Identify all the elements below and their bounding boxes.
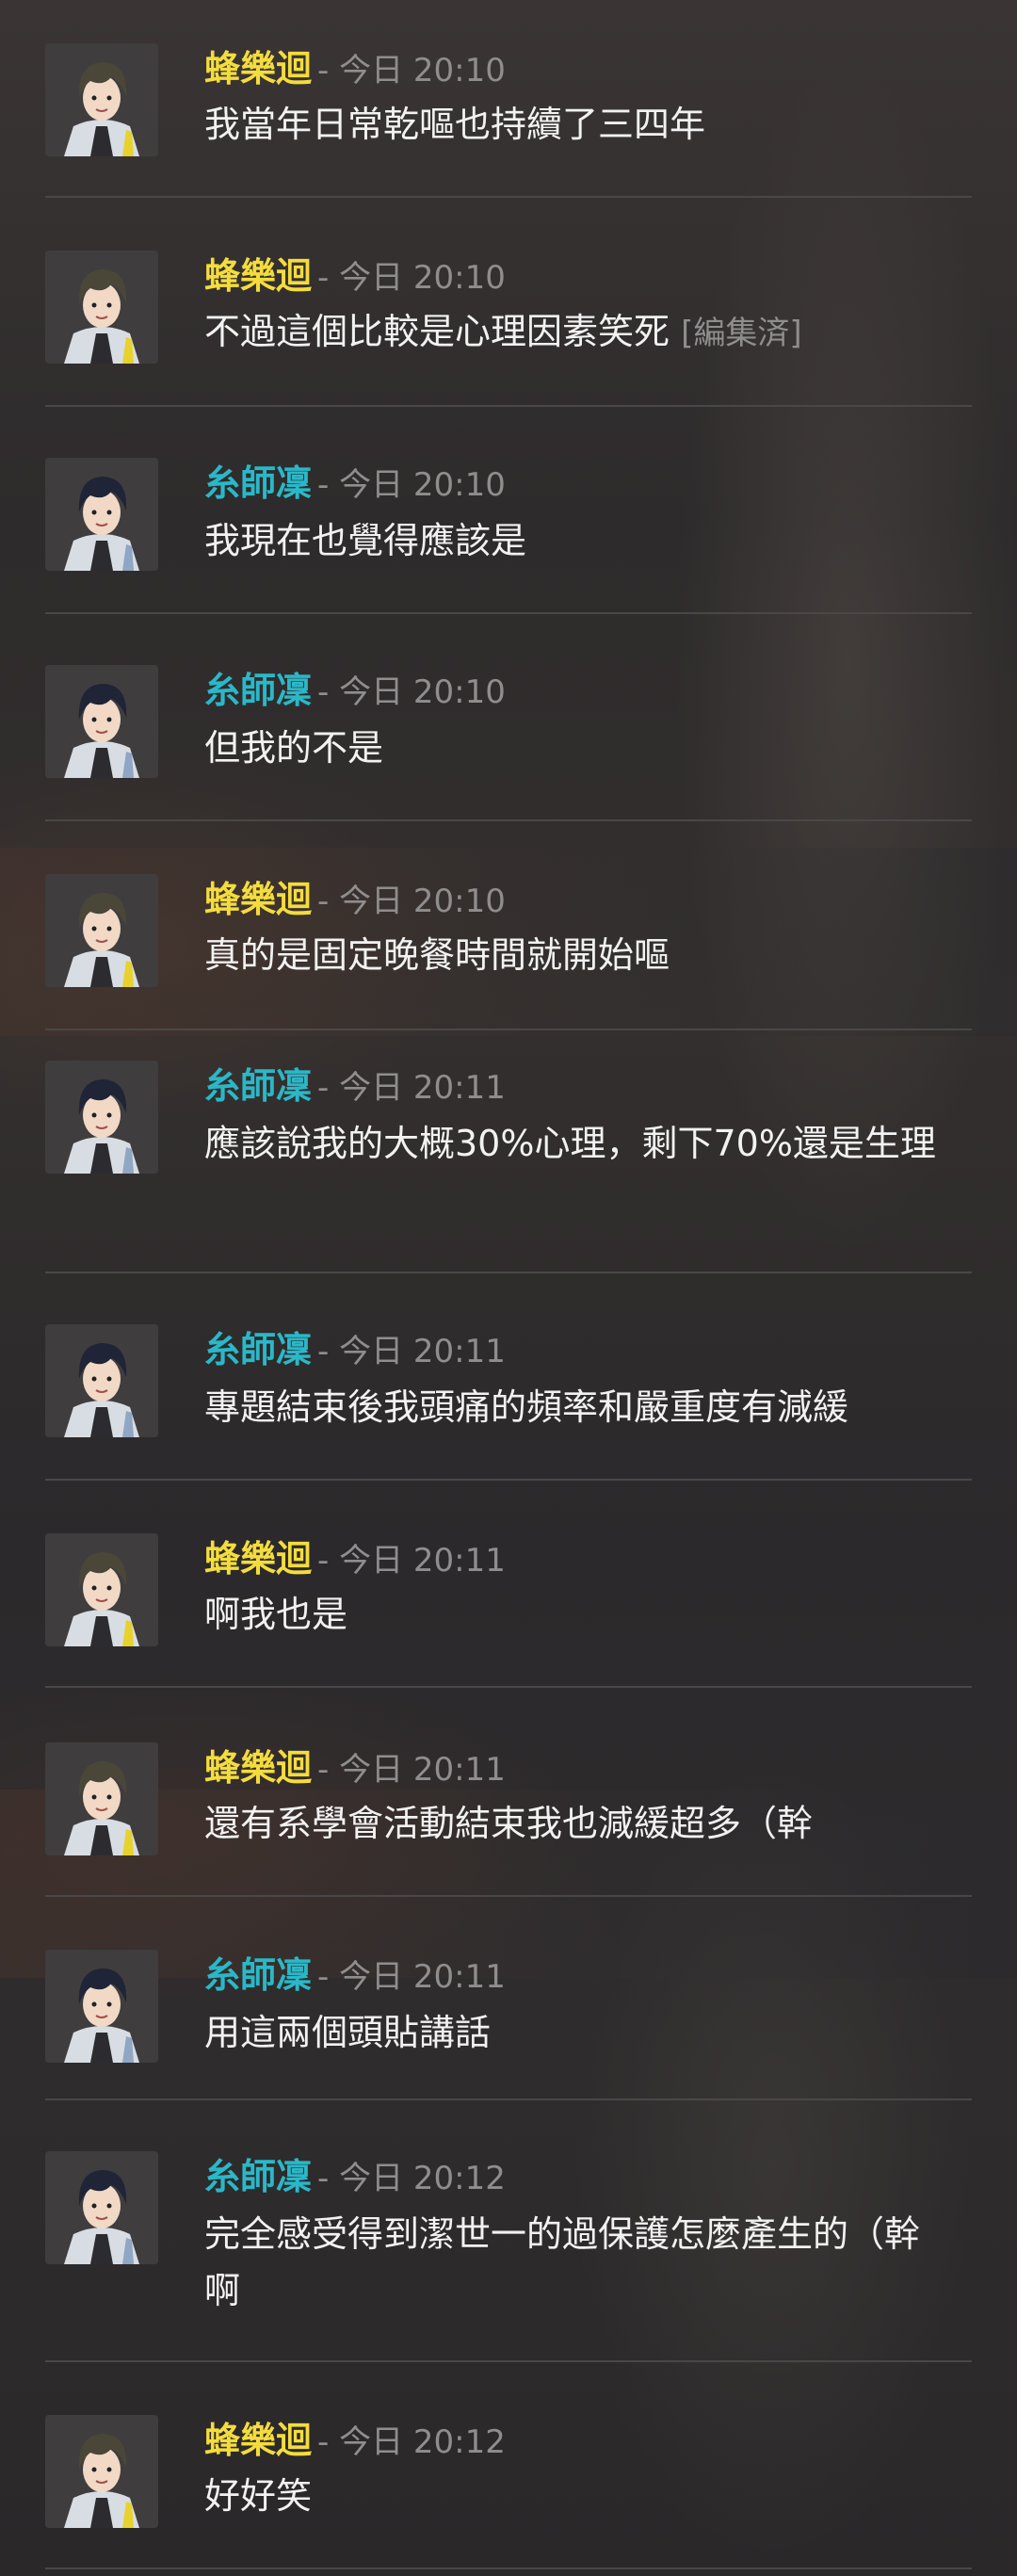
username[interactable]: 糸師凜	[204, 1065, 312, 1107]
divider	[45, 2360, 972, 2362]
username[interactable]: 蜂樂迴	[204, 1538, 312, 1580]
message-header: 糸師凜 - 今日 20:11	[204, 1957, 506, 1993]
avatar-hou[interactable]	[45, 251, 158, 364]
username[interactable]: 糸師凜	[204, 462, 312, 504]
avatar-rin[interactable]	[45, 1061, 158, 1174]
timestamp: - 今日 20:10	[317, 673, 506, 711]
message-body: 應該說我的大概30%心理，剩下70%還是生理	[204, 1123, 936, 1164]
username[interactable]: 蜂樂迴	[204, 255, 312, 297]
message-text: 真的是固定晚餐時間就開始嘔	[204, 927, 958, 983]
message-header: 蜂樂迴 - 今日 20:10	[204, 51, 506, 87]
username[interactable]: 糸師凜	[204, 670, 312, 711]
avatar-hou[interactable]	[45, 43, 158, 156]
divider	[45, 819, 972, 821]
timestamp: - 今日 20:11	[317, 1958, 506, 1996]
message-header: 糸師凜 - 今日 20:11	[204, 1068, 506, 1104]
divider	[45, 1029, 972, 1030]
divider	[45, 1895, 972, 1897]
message-body: 啊我也是	[204, 1594, 348, 1635]
message-body: 我當年日常乾嘔也持續了三四年	[204, 104, 706, 145]
timestamp: - 今日 20:10	[317, 466, 506, 504]
username[interactable]: 蜂樂迴	[204, 1747, 312, 1789]
timestamp: - 今日 20:11	[317, 1333, 506, 1370]
message-text: 完全感受得到潔世一的過保護怎麼產生的（幹啊	[204, 2206, 939, 2319]
timestamp: - 今日 20:10	[317, 52, 506, 89]
timestamp: - 今日 20:11	[317, 1751, 506, 1789]
username[interactable]: 蜂樂迴	[204, 2420, 312, 2461]
message-header: 蜂樂迴 - 今日 20:11	[204, 1750, 506, 1786]
avatar-hou[interactable]	[45, 1742, 158, 1855]
avatar-rin[interactable]	[45, 1324, 158, 1437]
divider	[45, 612, 972, 614]
username[interactable]: 糸師凜	[204, 1329, 312, 1370]
message-body: 完全感受得到潔世一的過保護怎麼產生的（幹啊	[204, 2213, 921, 2311]
timestamp: - 今日 20:10	[317, 883, 506, 920]
username[interactable]: 糸師凜	[204, 2156, 312, 2197]
message-text: 我當年日常乾嘔也持續了三四年	[204, 96, 958, 153]
message-text: 還有系學會活動結束我也減緩超多（幹	[204, 1795, 958, 1852]
message-body: 專題結束後我頭痛的頻率和嚴重度有減緩	[204, 1386, 849, 1428]
edited-label: [編集済]	[681, 315, 802, 352]
divider	[45, 405, 972, 407]
timestamp: - 今日 20:11	[317, 1069, 506, 1107]
username[interactable]: 蜂樂迴	[204, 48, 312, 89]
message-text: 應該說我的大概30%心理，剩下70%還是生理	[204, 1115, 967, 1172]
message-text: 用這兩個頭貼講話	[204, 2004, 958, 2061]
message-header: 蜂樂迴 - 今日 20:11	[204, 1541, 506, 1577]
avatar-rin[interactable]	[45, 1950, 158, 2063]
message-text: 專題結束後我頭痛的頻率和嚴重度有減緩	[204, 1379, 958, 1435]
timestamp: - 今日 20:12	[317, 2160, 506, 2197]
message-header: 糸師凜 - 今日 20:11	[204, 1332, 506, 1368]
message-body: 還有系學會活動結束我也減緩超多（幹	[204, 1803, 814, 1844]
message-body: 真的是固定晚餐時間就開始嘔	[204, 934, 670, 976]
avatar-rin[interactable]	[45, 2151, 158, 2264]
message-body: 不過這個比較是心理因素笑死	[204, 311, 670, 352]
username[interactable]: 糸師凜	[204, 1954, 312, 1996]
divider	[45, 1272, 972, 1273]
message-body: 用這兩個頭貼講話	[204, 2012, 492, 2053]
message-text: 不過這個比較是心理因素笑死 [編集済]	[204, 303, 958, 362]
divider	[45, 1686, 972, 1688]
message-header: 糸師凜 - 今日 20:10	[204, 465, 506, 501]
message-header: 糸師凜 - 今日 20:10	[204, 672, 506, 708]
message-text: 好好笑	[204, 2468, 958, 2524]
message-text: 啊我也是	[204, 1586, 958, 1643]
divider	[45, 196, 972, 198]
message-header: 蜂樂迴 - 今日 20:10	[204, 882, 506, 917]
avatar-rin[interactable]	[45, 458, 158, 571]
avatar-hou[interactable]	[45, 2415, 158, 2528]
timestamp: - 今日 20:11	[317, 1542, 506, 1580]
timestamp: - 今日 20:10	[317, 259, 506, 297]
message-text: 但我的不是	[204, 720, 958, 776]
timestamp: - 今日 20:12	[317, 2423, 506, 2461]
message-body: 我現在也覺得應該是	[204, 520, 527, 561]
message-header: 蜂樂迴 - 今日 20:10	[204, 258, 506, 294]
divider	[45, 2098, 972, 2100]
divider	[45, 1479, 972, 1481]
message-text: 我現在也覺得應該是	[204, 512, 958, 569]
message-body: 好好笑	[204, 2475, 313, 2517]
message-body: 但我的不是	[204, 727, 384, 769]
avatar-hou[interactable]	[45, 1533, 158, 1646]
username[interactable]: 蜂樂迴	[204, 879, 312, 920]
avatar-hou[interactable]	[45, 874, 158, 987]
message-header: 糸師凜 - 今日 20:12	[204, 2159, 506, 2195]
divider	[45, 2568, 972, 2569]
message-header: 蜂樂迴 - 今日 20:12	[204, 2422, 506, 2458]
avatar-rin[interactable]	[45, 665, 158, 778]
